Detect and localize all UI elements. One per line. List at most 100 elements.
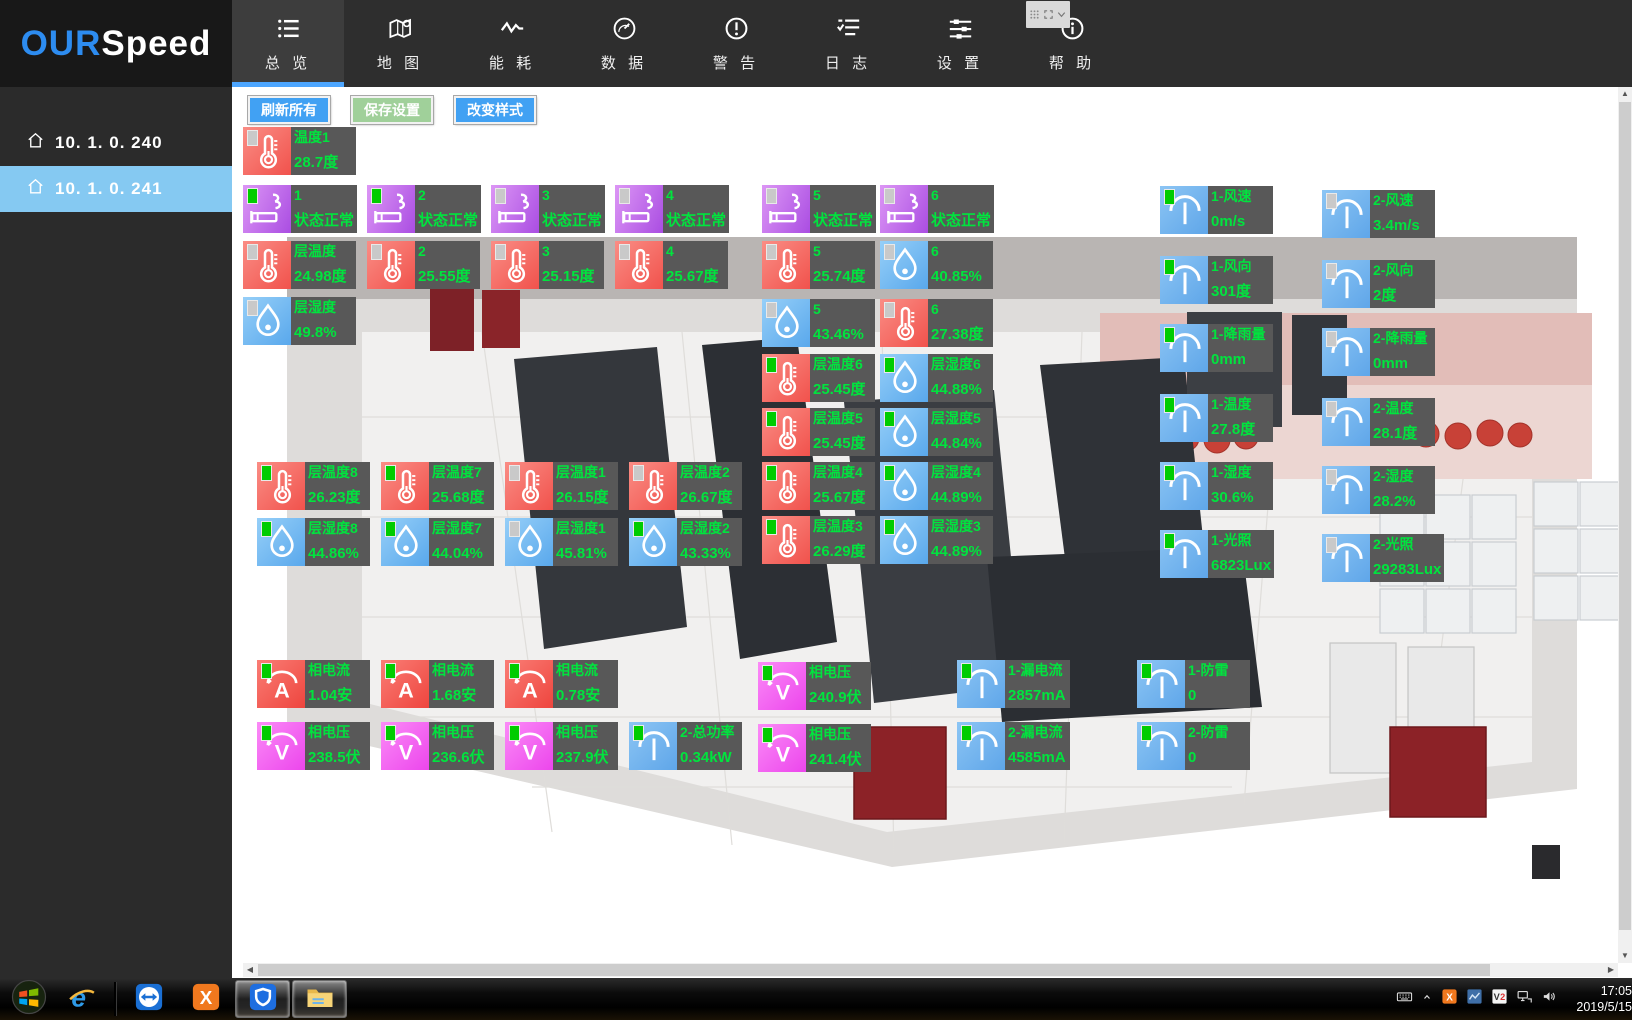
tray-keyboard[interactable] — [1396, 988, 1413, 1010]
sensor-badge[interactable]: 225.55度 — [367, 241, 480, 289]
change-style-button[interactable]: 改变样式 — [454, 96, 536, 124]
sensor-badge[interactable]: 层温度226.67度 — [629, 462, 742, 510]
scrollbar-down-arrow[interactable]: ▼ — [1618, 949, 1632, 963]
tray-volume[interactable] — [1541, 988, 1558, 1010]
sensor-badge[interactable]: A相电流1.68安 — [381, 660, 494, 708]
sensor-badge[interactable]: V相电压236.6伏 — [381, 722, 494, 770]
nav-map[interactable]: 地 图 — [344, 0, 456, 87]
sensor-badge[interactable]: 层湿度844.86% — [257, 518, 370, 566]
status-indicator — [1141, 725, 1152, 741]
refresh-all-button[interactable]: 刷新所有 — [248, 96, 330, 124]
sensor-badge[interactable]: 层温度24.98度 — [243, 241, 356, 289]
taskbar-teamviewer[interactable] — [121, 980, 176, 1018]
sensor-badge[interactable]: 4状态正常 — [615, 185, 728, 233]
tray-xampp-tray[interactable]: X — [1441, 988, 1458, 1010]
sensor-badge[interactable]: 层湿度744.04% — [381, 518, 494, 566]
sensor-badge[interactable]: 2-风速3.4m/s — [1322, 190, 1435, 238]
nav-data[interactable]: 数 据 — [568, 0, 680, 87]
sensor-badge[interactable]: 层温度126.15度 — [505, 462, 618, 510]
nav-energy[interactable]: 能 耗 — [456, 0, 568, 87]
sensor-badge[interactable]: 层湿度344.89% — [880, 516, 993, 564]
sensor-badge[interactable]: A相电流0.78安 — [505, 660, 618, 708]
nav-alert[interactable]: 警 告 — [680, 0, 792, 87]
sensor-badge[interactable]: 1-风向301度 — [1160, 256, 1273, 304]
expand-icon[interactable] — [1043, 9, 1054, 20]
nav-log[interactable]: 日 志 — [792, 0, 904, 87]
taskbar-ie[interactable]: e — [54, 980, 109, 1018]
layout-grid-icon[interactable] — [1029, 9, 1040, 20]
status-indicator — [1164, 189, 1175, 205]
sensor-badge[interactable]: 层温度725.68度 — [381, 462, 494, 510]
save-settings-button[interactable]: 保存设置 — [351, 96, 433, 124]
sensor-badge[interactable]: 1-漏电流2857mA — [957, 660, 1070, 708]
sensor-badge[interactable]: 2-光照29283Lux — [1322, 534, 1435, 582]
tray-network[interactable] — [1516, 988, 1533, 1010]
sensor-badge[interactable]: 543.46% — [762, 299, 875, 347]
horizontal-scrollbar[interactable]: ◀ ▶ — [243, 963, 1618, 977]
sensor-badge[interactable]: 层温度425.67度 — [762, 462, 875, 510]
sensor-badge[interactable]: 2-漏电流4585mA — [957, 722, 1070, 770]
chevron-down-icon[interactable] — [1056, 9, 1067, 20]
vertical-scrollbar[interactable]: ▲ ▼ — [1618, 87, 1632, 963]
scrollbar-right-arrow[interactable]: ▶ — [1604, 963, 1618, 977]
sensor-badge[interactable]: 1-温度27.8度 — [1160, 394, 1273, 442]
sensor-badge[interactable]: 1-风速0m/s — [1160, 186, 1273, 234]
taskbar-xampp[interactable]: X — [178, 980, 233, 1018]
sensor-badge[interactable]: V相电压238.5伏 — [257, 722, 370, 770]
sensor-badge[interactable]: 2-总功率0.34kW — [629, 722, 742, 770]
sensor-badge[interactable]: 2状态正常 — [367, 185, 480, 233]
scrollbar-up-arrow[interactable]: ▲ — [1618, 87, 1632, 101]
sensor-badge[interactable]: 1-湿度30.6% — [1160, 462, 1273, 510]
sensor-badge[interactable]: 640.85% — [880, 241, 993, 289]
sidebar-item-0[interactable]: 10. 1. 0. 240 — [0, 120, 232, 166]
sensor-badge[interactable]: 3状态正常 — [491, 185, 604, 233]
sensor-badge[interactable]: 1-防雷0 — [1137, 660, 1250, 708]
tray-hidden-icons[interactable] — [1421, 990, 1433, 1008]
sensor-badge[interactable]: V相电压241.4伏 — [758, 724, 871, 772]
sensor-badge[interactable]: 2-风向2度 — [1322, 260, 1435, 308]
sensor-badge[interactable]: 6状态正常 — [880, 185, 993, 233]
voltmeter-icon: V — [505, 722, 553, 770]
sensor-badge[interactable]: 层温度625.45度 — [762, 354, 875, 402]
taskbar-start-button[interactable] — [5, 978, 53, 1020]
sensor-badge[interactable]: 425.67度 — [615, 241, 728, 289]
sensor-badge[interactable]: V相电压240.9伏 — [758, 662, 871, 710]
thermometer-icon — [243, 127, 291, 175]
nav-overview[interactable]: 总 览 — [232, 0, 344, 87]
sensor-badge[interactable]: 5状态正常 — [762, 185, 875, 233]
nav-settings[interactable]: 设 置 — [904, 0, 1016, 87]
sensor-badge[interactable]: A相电流1.04安 — [257, 660, 370, 708]
sidebar-item-1[interactable]: 10. 1. 0. 241 — [0, 166, 232, 212]
sensor-badge[interactable]: 层湿度145.81% — [505, 518, 618, 566]
sensor-badge[interactable]: 2-降雨量0mm — [1322, 328, 1435, 376]
sensor-badge[interactable]: 1-降雨量0mm — [1160, 324, 1273, 372]
sensor-badge[interactable]: 层温度826.23度 — [257, 462, 370, 510]
sensor-badge[interactable]: V相电压237.9伏 — [505, 722, 618, 770]
sensor-badge[interactable]: 2-防雷0 — [1137, 722, 1250, 770]
taskbar-monitoring[interactable] — [235, 980, 290, 1018]
sensor-badge[interactable]: 温度128.7度 — [243, 127, 356, 175]
sensor-badge[interactable]: 层湿度544.84% — [880, 408, 993, 456]
sensor-badge[interactable]: 层温度525.45度 — [762, 408, 875, 456]
sensor-badge[interactable]: 层温度326.29度 — [762, 516, 875, 564]
sensor-badge[interactable]: 325.15度 — [491, 241, 604, 289]
sensor-badge[interactable]: 2-湿度28.2% — [1322, 466, 1435, 514]
sensor-badge[interactable]: 2-温度28.1度 — [1322, 398, 1435, 446]
sensor-badge[interactable]: 层湿度49.8% — [243, 297, 356, 345]
sensor-badge[interactable]: 层湿度243.33% — [629, 518, 742, 566]
sensor-badge[interactable]: 1-光照6823Lux — [1160, 530, 1273, 578]
sensor-badge[interactable]: 层湿度644.88% — [880, 354, 993, 402]
sensor-badge[interactable]: 627.38度 — [880, 299, 993, 347]
sensor-badge[interactable]: 层湿度444.89% — [880, 462, 993, 510]
vertical-scrollbar-thumb[interactable] — [1619, 102, 1631, 930]
status-indicator — [884, 302, 895, 318]
sensor-badge[interactable]: 525.74度 — [762, 241, 875, 289]
scrollbar-left-arrow[interactable]: ◀ — [243, 963, 257, 977]
tray-performance[interactable] — [1466, 988, 1483, 1010]
floating-mini-toolbar[interactable] — [1026, 1, 1070, 28]
horizontal-scrollbar-thumb[interactable] — [258, 964, 1490, 976]
taskbar-explorer[interactable] — [292, 980, 347, 1018]
taskbar-clock[interactable]: 17:05 2019/5/15 — [1576, 983, 1632, 1015]
sensor-badge[interactable]: 1状态正常 — [243, 185, 356, 233]
tray-vnc[interactable]: V2 — [1491, 988, 1508, 1010]
